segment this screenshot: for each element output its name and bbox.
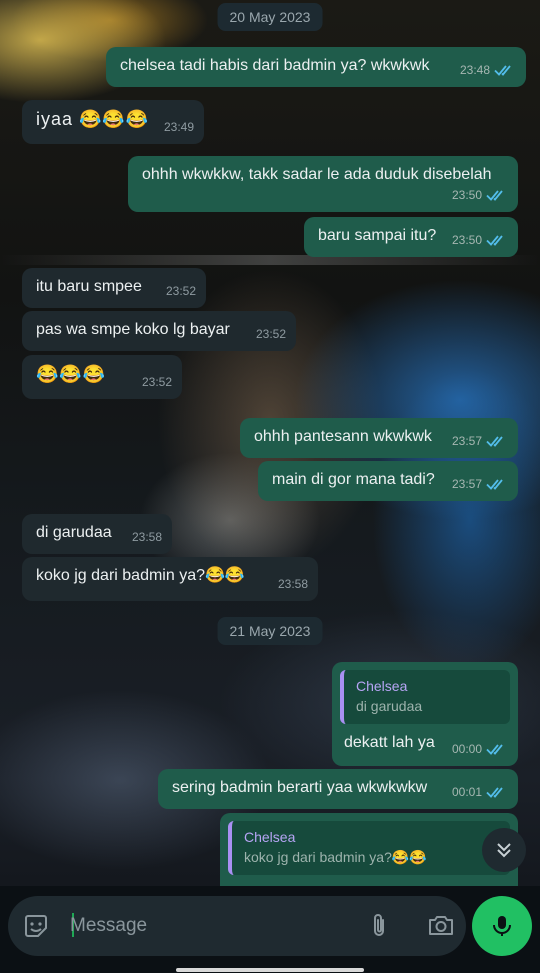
message-text: chelsea tadi habis dari badmin ya? wkwkw… <box>120 57 430 74</box>
system-home-indicator <box>176 968 364 972</box>
scroll-to-bottom-button[interactable] <box>482 828 526 872</box>
message-time: 23:52 <box>141 375 172 389</box>
quoted-message[interactable]: Chelsea di garudaa <box>340 670 510 724</box>
message-input[interactable] <box>70 908 350 944</box>
message-time: 23:58 <box>277 577 308 591</box>
message-bubble-outgoing[interactable]: ohhh pantesann wkwkwk 23:57 <box>240 418 518 458</box>
message-composer <box>8 896 466 956</box>
double-check-icon <box>486 235 503 246</box>
message-bubble-outgoing[interactable]: main di gor mana tadi? 23:57 <box>258 461 518 501</box>
message-bubble-incoming[interactable]: pas wa smpe koko lg bayar 23:52 <box>22 311 296 351</box>
message-bubble-incoming[interactable]: itu baru smpee 23:52 <box>22 268 206 308</box>
message-time: 23:52 <box>255 327 286 341</box>
message-time: 23:57 <box>451 477 482 491</box>
chat-area: 20 May 2023 chelsea tadi habis dari badm… <box>0 0 540 973</box>
message-bubble-incoming[interactable]: koko jg dari badmin ya?😂😂 23:58 <box>22 557 318 601</box>
double-chevron-down-icon <box>497 843 511 858</box>
double-check-icon <box>486 479 503 490</box>
message-bubble-outgoing[interactable]: baru sampai itu? 23:50 <box>304 217 518 257</box>
double-check-icon <box>486 436 503 447</box>
voice-record-button[interactable] <box>472 896 532 956</box>
message-bubble-outgoing-reply[interactable]: Chelsea di garudaa dekatt lah ya 00:00 <box>332 662 518 766</box>
message-text: baru sampai itu? <box>318 227 437 244</box>
quoted-text: di garudaa <box>356 698 423 714</box>
quoted-sender: Chelsea <box>244 829 296 845</box>
double-check-icon <box>486 190 503 201</box>
message-time: 23:48 <box>459 63 490 77</box>
quoted-sender: Chelsea <box>356 678 408 694</box>
message-text: iyaa 😂😂😂 <box>36 109 150 129</box>
message-bubble-incoming[interactable]: 😂😂😂 23:52 <box>22 355 182 399</box>
message-bubble-incoming[interactable]: iyaa 😂😂😂 23:49 <box>22 100 204 144</box>
message-bubble-outgoing[interactable]: ohhh wkwkkw, takk sadar le ada duduk dis… <box>128 156 518 212</box>
message-time: 00:00 <box>451 742 482 756</box>
message-text: main di gor mana tadi? <box>272 471 435 488</box>
message-time: 23:50 <box>451 233 482 247</box>
double-check-icon <box>486 744 503 755</box>
double-check-icon <box>494 65 511 76</box>
message-text: ohhh pantesann wkwkwk <box>254 428 432 445</box>
message-time: 23:52 <box>165 284 196 298</box>
message-text: ohhh wkwkkw, takk sadar le ada duduk dis… <box>142 166 492 183</box>
message-time: 23:49 <box>163 120 194 134</box>
quoted-message[interactable]: Chelsea koko jg dari badmin ya?😂😂 <box>228 821 510 875</box>
message-bubble-outgoing[interactable]: sering badmin berarti yaa wkwkwkw 00:01 <box>158 769 518 809</box>
double-check-icon <box>486 787 503 798</box>
date-chip: 20 May 2023 <box>217 3 323 31</box>
message-text: 😂😂😂 <box>36 364 107 384</box>
message-text: sering badmin berarti yaa wkwkwkw <box>172 779 428 796</box>
microphone-icon <box>493 916 511 936</box>
message-bubble-outgoing[interactable]: chelsea tadi habis dari badmin ya? wkwkw… <box>106 47 526 87</box>
camera-icon[interactable] <box>426 910 456 940</box>
sticker-icon[interactable] <box>22 912 50 940</box>
message-text: pas wa smpe koko lg bayar <box>36 321 230 338</box>
message-time: 00:01 <box>451 785 482 799</box>
message-time: 23:50 <box>451 188 482 202</box>
date-chip: 21 May 2023 <box>217 617 323 645</box>
quoted-text: koko jg dari badmin ya?😂😂 <box>244 849 427 865</box>
message-text: dekatt lah ya <box>344 734 435 751</box>
message-text: itu baru smpee <box>36 278 142 295</box>
message-bubble-incoming[interactable]: di garudaa 23:58 <box>22 514 172 554</box>
message-bubble-outgoing-reply[interactable]: Chelsea koko jg dari badmin ya?😂😂 <box>220 813 518 889</box>
message-time: 23:58 <box>131 530 162 544</box>
message-time: 23:57 <box>451 434 482 448</box>
message-text: koko jg dari badmin ya?😂😂 <box>36 567 245 584</box>
paperclip-icon[interactable] <box>364 911 394 941</box>
message-text: di garudaa <box>36 524 112 541</box>
